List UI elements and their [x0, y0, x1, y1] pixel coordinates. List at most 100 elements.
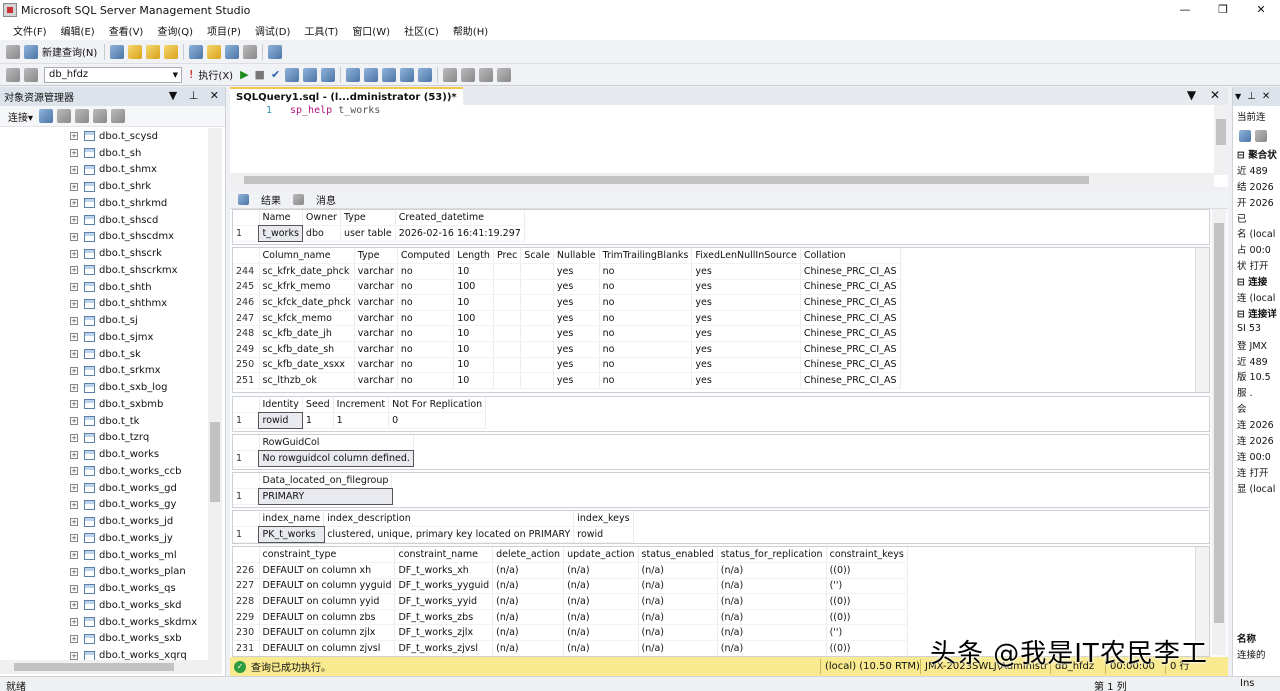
table-row[interactable]: 251 sc_lthzb_ok varchar no 10 yes no yes Chinese… — [233, 372, 901, 389]
grid-cell[interactable]: (n/a) — [717, 624, 827, 642]
expand-icon[interactable]: + — [70, 500, 78, 509]
grid-cell[interactable]: varchar — [354, 263, 398, 280]
grid-cell[interactable]: no — [397, 325, 455, 343]
grid-cell[interactable] — [520, 294, 554, 311]
expand-icon[interactable]: + — [70, 199, 78, 208]
grid-cell[interactable]: varchar — [354, 310, 398, 327]
menu-item-2[interactable]: 查看(V) — [102, 23, 151, 38]
grid-cell[interactable]: yes — [691, 372, 801, 389]
tree-node-table[interactable]: + dbo.t_works_qs — [0, 580, 208, 597]
properties-pin-icon[interactable]: ⊥ — [1247, 91, 1256, 102]
expand-icon[interactable]: + — [70, 584, 78, 593]
column-header[interactable]: constraint_name — [394, 547, 494, 564]
properties-dropdown-icon[interactable]: ▼ — [1235, 92, 1241, 101]
query-designer-icon[interactable] — [303, 67, 318, 82]
grid-cell[interactable]: (n/a) — [492, 593, 565, 610]
grid-cell[interactable]: no — [397, 263, 455, 280]
minimize-button[interactable]: — — [1166, 0, 1204, 20]
property-row[interactable]: 连 2026 — [1233, 432, 1280, 448]
grid-cell[interactable]: Chinese_PRC_CI_AS — [800, 310, 901, 327]
grid-cell[interactable]: yes — [691, 279, 801, 296]
column-header[interactable]: Computed — [397, 248, 455, 265]
tree-node-table[interactable]: + dbo.t_shth — [0, 279, 208, 296]
grid-cell[interactable]: ((0)) — [826, 562, 908, 579]
categorized-icon[interactable] — [1239, 130, 1251, 142]
tree-node-table[interactable]: + dbo.t_works_ccb — [0, 463, 208, 480]
dropdown-icon[interactable]: ▼ — [169, 89, 177, 102]
tree-node-table[interactable]: + dbo.t_shscrk — [0, 245, 208, 262]
grid-cell[interactable]: varchar — [354, 325, 398, 343]
debug-play-icon[interactable]: ▶ — [240, 68, 248, 81]
tree-node-table[interactable]: + dbo.t_shmx — [0, 162, 208, 179]
dmx-icon[interactable] — [146, 44, 161, 59]
column-header[interactable]: constraint_keys — [826, 547, 908, 564]
grid-cell[interactable]: (n/a) — [638, 593, 718, 610]
tree-node-table[interactable]: + dbo.t_scysd — [0, 128, 208, 145]
grid-cell[interactable]: Chinese_PRC_CI_AS — [800, 279, 901, 296]
column-header[interactable]: Scale — [520, 248, 554, 265]
indent-icon[interactable] — [382, 67, 397, 82]
grid-cell[interactable]: DF_t_works_xh — [394, 562, 494, 579]
activity-monitor-icon[interactable] — [268, 44, 283, 59]
grid-cell[interactable]: yes — [691, 325, 801, 343]
expand-icon[interactable]: + — [70, 618, 78, 627]
grid-scrollbar[interactable] — [1195, 248, 1209, 392]
tree-node-table[interactable]: + dbo.t_works_xqrq — [0, 647, 208, 660]
grid-cell[interactable] — [493, 325, 522, 343]
table-row[interactable]: 250 sc_kfb_date_xsxx varchar no 10 yes no yes Ch… — [233, 357, 901, 374]
column-header[interactable]: Collation — [800, 248, 901, 265]
grid-cell[interactable]: sc_kfck_memo — [259, 310, 355, 327]
tab-results[interactable]: 结果 — [261, 192, 281, 207]
expand-icon[interactable]: + — [70, 366, 78, 375]
print-icon[interactable] — [243, 44, 258, 59]
expand-icon[interactable]: + — [70, 350, 78, 359]
table-row[interactable]: 1 No rowguidcol column defined. — [233, 449, 415, 468]
grid-cell[interactable]: 10 — [453, 341, 494, 358]
grid-cell[interactable]: (n/a) — [563, 593, 639, 610]
property-row[interactable]: 服 . — [1233, 384, 1280, 400]
column-header[interactable]: index_description — [323, 511, 575, 528]
editor-horizontal-scrollbar[interactable] — [230, 173, 1214, 187]
refresh-icon[interactable] — [111, 109, 126, 123]
expand-icon[interactable]: + — [70, 450, 78, 459]
table-row[interactable]: 246 sc_kfck_date_phck varchar no 10 yes no yes C… — [233, 294, 901, 311]
grid-cell[interactable]: (n/a) — [717, 593, 827, 610]
properties-object-select[interactable]: 当前连 — [1233, 106, 1280, 126]
grid-cell[interactable]: Chinese_PRC_CI_AS — [800, 341, 901, 358]
table-row[interactable]: 230 DEFAULT on column zjlx DF_t_works_zjlx… — [233, 624, 908, 642]
grid-cell[interactable]: DF_t_works_zjvsl — [394, 640, 494, 656]
table-row[interactable]: 1 t_works dbo user table 2026-02-16 16:41:19… — [233, 224, 525, 243]
tree-node-table[interactable]: + dbo.t_works_ml — [0, 547, 208, 564]
grid-cell[interactable]: (n/a) — [563, 624, 639, 642]
property-row[interactable]: 结 2026 — [1233, 178, 1280, 194]
grid-cell[interactable]: DF_t_works_yyguid — [394, 578, 494, 595]
menu-item-4[interactable]: 项目(P) — [200, 23, 248, 38]
new-query-button[interactable]: 新建查询(N) — [42, 44, 97, 59]
column-header[interactable]: Nullable — [553, 248, 600, 265]
tree-node-table[interactable]: + dbo.t_works — [0, 446, 208, 463]
grid-cell[interactable]: (n/a) — [563, 578, 639, 595]
expand-icon[interactable]: + — [70, 601, 78, 610]
tree-node-table[interactable]: + dbo.t_works_sxb — [0, 631, 208, 648]
expand-icon[interactable]: + — [70, 249, 78, 258]
grid-cell[interactable]: rowid — [257, 411, 304, 430]
property-row[interactable]: SI 53 — [1233, 321, 1280, 337]
table-row[interactable]: 245 sc_kfrk_memo varchar no 100 yes no yes Chine… — [233, 279, 901, 296]
grid-cell[interactable]: (n/a) — [563, 640, 639, 656]
tab-messages[interactable]: 消息 — [316, 192, 336, 207]
scroll-thumb[interactable] — [210, 422, 220, 502]
expand-icon[interactable]: + — [70, 182, 78, 191]
tree-node-table[interactable]: + dbo.t_shthmx — [0, 296, 208, 313]
grid-cell[interactable]: sc_kfb_date_jh — [259, 325, 355, 343]
expand-icon[interactable]: + — [70, 232, 78, 241]
grid-cell[interactable]: 2026-02-16 16:41:19.297 — [395, 225, 525, 242]
grid-cell[interactable]: varchar — [354, 372, 398, 389]
grid-cell[interactable]: (n/a) — [563, 562, 639, 579]
grid-cell[interactable] — [493, 279, 522, 296]
grid-cell[interactable]: yes — [553, 372, 600, 389]
expand-icon[interactable]: + — [70, 333, 78, 342]
grid-cell[interactable]: ((0)) — [826, 640, 908, 656]
grid-cell[interactable]: 0 — [388, 412, 487, 429]
grid-cell[interactable]: ((0)) — [826, 609, 908, 626]
property-category[interactable]: ⊟ 聚合状 — [1233, 146, 1280, 162]
